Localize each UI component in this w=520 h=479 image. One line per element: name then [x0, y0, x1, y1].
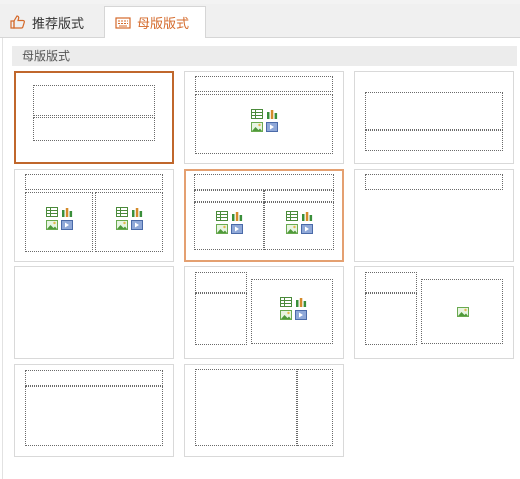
- placeholder-vertical-title: [297, 369, 333, 446]
- placeholder-content-left: [25, 192, 93, 252]
- picture-icon: [216, 224, 228, 234]
- media-icon: [131, 220, 143, 230]
- section-header-master-layouts: 母版版式: [12, 46, 517, 66]
- placeholder-picture: [421, 279, 503, 344]
- picture-icon: [46, 220, 58, 230]
- picture-icon: [286, 224, 298, 234]
- layout-thumb-title-slide[interactable]: [14, 71, 174, 164]
- thumbs-up-icon: [10, 15, 25, 29]
- media-icon: [295, 310, 307, 320]
- placeholder-caption-text: [365, 293, 417, 345]
- placeholder-title: [25, 370, 163, 386]
- content-insert-icons: [116, 207, 143, 230]
- table-icon: [116, 207, 128, 217]
- placeholder-caption-title: [365, 272, 417, 293]
- media-icon: [266, 122, 278, 132]
- placeholder-text: [365, 130, 503, 151]
- chart-icon: [62, 208, 73, 217]
- tab-master-layouts[interactable]: 母版版式: [104, 6, 206, 39]
- placeholder-title: [194, 174, 334, 190]
- layout-tab-bar: 推荐版式 母版版式: [0, 4, 520, 39]
- chart-icon: [302, 212, 313, 221]
- table-icon: [46, 207, 58, 217]
- picture-icon: [251, 122, 263, 132]
- media-icon: [61, 220, 73, 230]
- media-icon: [231, 224, 243, 234]
- placeholder-vertical-text: [25, 386, 163, 446]
- content-insert-icons: [280, 297, 307, 320]
- chart-icon: [132, 208, 143, 217]
- chart-icon: [296, 298, 307, 307]
- table-icon: [216, 211, 228, 221]
- content-insert-icons: [286, 211, 313, 234]
- media-icon: [301, 224, 313, 234]
- placeholder-content-right: [264, 202, 334, 250]
- layout-thumb-title-only[interactable]: [354, 169, 514, 262]
- picture-icon: [116, 220, 128, 230]
- placeholder-content: [251, 279, 333, 344]
- layout-thumb-title-and-vertical-text[interactable]: [14, 364, 174, 457]
- placeholder-content-right: [95, 192, 163, 252]
- picture-icon: [280, 310, 292, 320]
- tab-recommended-label: 推荐版式: [32, 16, 85, 32]
- layout-thumb-two-content[interactable]: [14, 169, 174, 262]
- placeholder-title: [195, 76, 333, 92]
- table-icon: [251, 109, 263, 119]
- content-insert-icons: [251, 109, 278, 132]
- content-insert-icons: [216, 211, 243, 234]
- placeholder-content-left: [194, 202, 264, 250]
- tab-recommended-layouts[interactable]: 推荐版式: [0, 6, 100, 38]
- layout-thumb-title-and-content[interactable]: [184, 71, 344, 164]
- content-insert-icons: [46, 207, 73, 230]
- layout-thumb-content-with-caption[interactable]: [184, 266, 344, 359]
- layout-thumb-section-header[interactable]: [354, 71, 514, 164]
- chart-icon: [267, 110, 278, 119]
- layout-thumb-vertical-title-and-text[interactable]: [184, 364, 344, 457]
- placeholder-caption-text: [195, 293, 247, 345]
- layout-thumb-blank[interactable]: [14, 266, 174, 359]
- placeholder-subtitle: [33, 117, 155, 141]
- table-icon: [280, 297, 292, 307]
- placeholder-content: [195, 94, 333, 154]
- chart-icon: [232, 212, 243, 221]
- placeholder-caption-title: [195, 272, 247, 293]
- layout-thumb-picture-with-caption[interactable]: [354, 266, 514, 359]
- table-icon: [286, 211, 298, 221]
- placeholder-heading-right: [264, 190, 334, 202]
- placeholder-title: [365, 174, 503, 190]
- layout-keyboard-icon: [115, 16, 131, 29]
- layout-panel: 母版版式: [2, 38, 520, 479]
- picture-icon: [457, 307, 469, 317]
- tab-master-label: 母版版式: [137, 17, 190, 32]
- placeholder-heading-left: [194, 190, 264, 202]
- placeholder-title: [33, 85, 155, 116]
- layout-thumb-comparison[interactable]: [184, 169, 344, 262]
- placeholder-title: [365, 92, 503, 130]
- placeholder-vertical-text: [195, 369, 297, 446]
- placeholder-title: [25, 174, 163, 190]
